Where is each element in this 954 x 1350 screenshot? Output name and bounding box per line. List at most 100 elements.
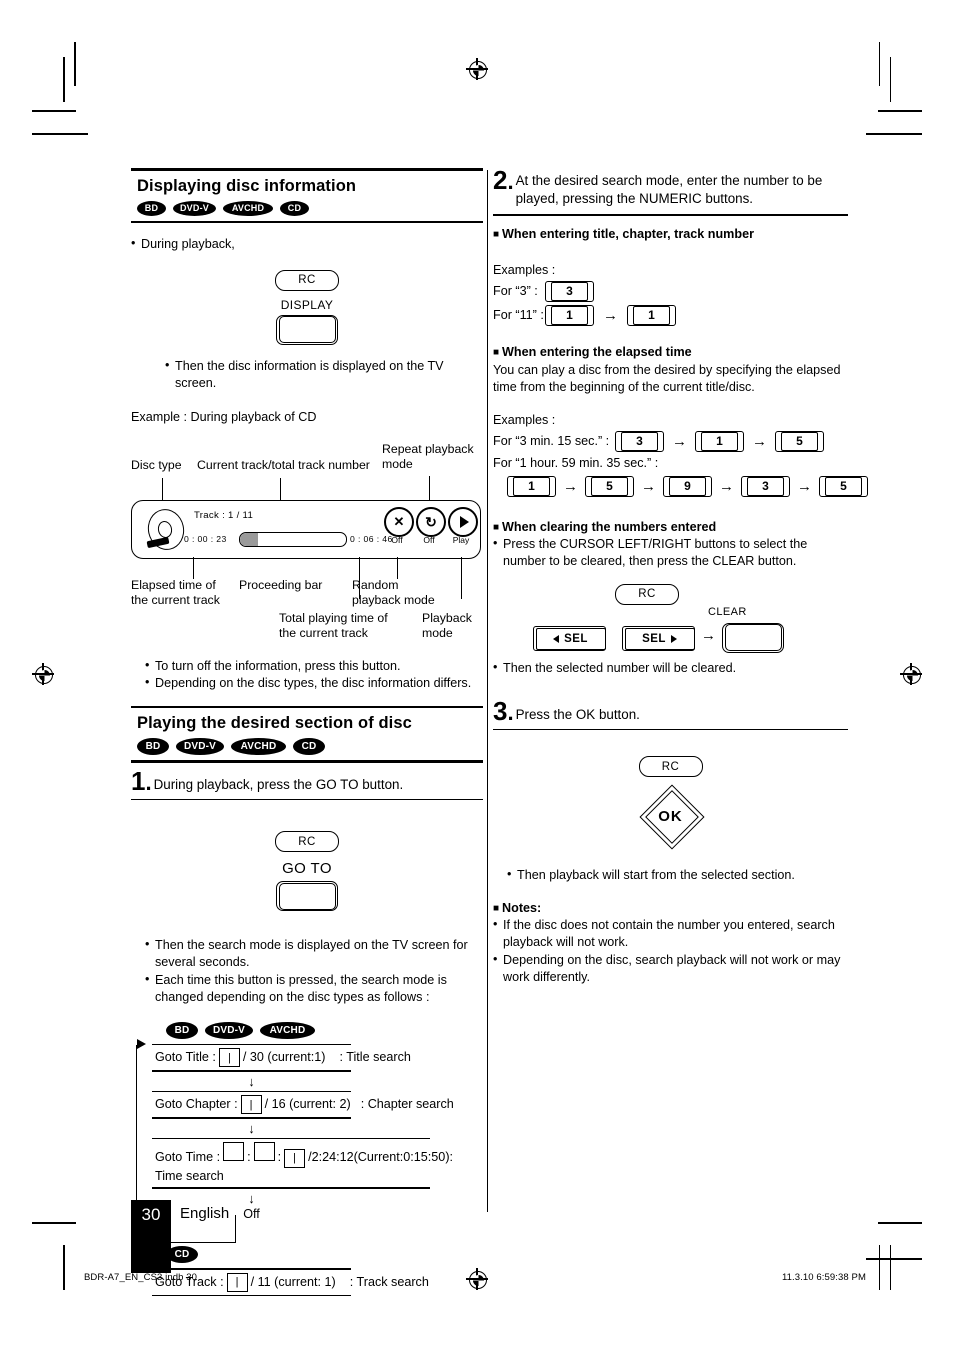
arrow-icon: → bbox=[563, 477, 578, 495]
flow-rule bbox=[152, 1187, 430, 1189]
arrow-icon: → bbox=[672, 432, 687, 450]
leader-line bbox=[429, 476, 431, 501]
section-rule bbox=[131, 705, 483, 709]
examples-label-2: Examples : bbox=[493, 413, 556, 428]
callout-proceeding-bar: Proceeding bar bbox=[239, 578, 323, 593]
ok-button-label: OK bbox=[658, 807, 683, 825]
display-button-label: DISPLAY bbox=[280, 297, 334, 312]
registration-mark-right bbox=[900, 663, 922, 685]
ok-button[interactable]: OK bbox=[638, 784, 705, 850]
page-number: 30 bbox=[141, 1205, 161, 1224]
arrow-right-icon bbox=[670, 635, 677, 644]
note-disc-types: Depending on the disc types, the disc in… bbox=[145, 674, 483, 692]
section-title-displaying-disc-information: Displaying disc information bbox=[137, 176, 357, 195]
section-rule bbox=[131, 168, 483, 171]
arrow-icon: → bbox=[719, 477, 734, 495]
numeric-key-3[interactable]: 3 bbox=[545, 280, 594, 302]
note-item-2: Depending on the disc, search playback w… bbox=[493, 951, 848, 986]
example-for-3-label: For “3” : bbox=[493, 283, 538, 298]
crop-mark bbox=[866, 1258, 922, 1260]
flow-time-colon-2: : bbox=[277, 1150, 282, 1165]
callout-random-mode: Random playback mode bbox=[352, 578, 435, 608]
crop-mark bbox=[63, 1245, 65, 1290]
numeric-key-5[interactable]: 5 bbox=[585, 475, 634, 497]
numeric-key-5[interactable]: 5 bbox=[775, 430, 824, 452]
flow-time-sec-input[interactable]: | bbox=[284, 1148, 306, 1168]
callout-repeat-mode: Repeat playback mode bbox=[382, 442, 474, 472]
leader-line bbox=[280, 478, 282, 501]
callout-elapsed-time: Elapsed time of the current track bbox=[131, 578, 220, 608]
display-button[interactable] bbox=[276, 314, 338, 345]
crop-mark bbox=[32, 1222, 76, 1224]
numeric-key-9[interactable]: 9 bbox=[663, 475, 712, 497]
playback-state: Play bbox=[452, 535, 470, 546]
flow-row-track: Goto Track : | / 11 (current: 1) : Track… bbox=[152, 1270, 483, 1295]
panel-track-number: Track : 1 / 11 bbox=[194, 510, 254, 522]
sel-right-button[interactable]: SEL bbox=[622, 625, 695, 651]
clear-button-label: CLEAR bbox=[708, 605, 747, 618]
step-2-number: 2 bbox=[493, 167, 514, 193]
goto-button[interactable] bbox=[276, 881, 338, 912]
numeric-key-1[interactable]: 1 bbox=[695, 430, 744, 452]
flow-chapter-input[interactable]: | bbox=[240, 1095, 262, 1115]
flow-time-label: Goto Time : bbox=[155, 1150, 221, 1165]
flow-track-input[interactable]: | bbox=[226, 1272, 248, 1292]
badge-dvd-v: DVD-V bbox=[176, 738, 224, 756]
badge-dvd-v: DVD-V bbox=[205, 1021, 253, 1039]
play-icon bbox=[448, 507, 478, 538]
flow-title-tail: / 30 (current:1) bbox=[242, 1050, 326, 1065]
flow-arrow-down-icon: ↓ bbox=[248, 1120, 255, 1136]
numeric-key-5[interactable]: 5 bbox=[819, 475, 868, 497]
sel-left-label: SEL bbox=[564, 633, 588, 646]
numeric-key-1[interactable]: 1 bbox=[545, 304, 594, 326]
step-1: 1 During playback, press the GO TO butto… bbox=[131, 768, 483, 794]
registration-mark-top bbox=[466, 58, 488, 80]
registration-mark-left bbox=[32, 663, 54, 685]
heading-clearing-numbers: When clearing the numbers entered bbox=[493, 519, 848, 535]
step-2: 2 At the desired search mode, enter the … bbox=[493, 167, 848, 208]
notes-heading: Notes: bbox=[493, 900, 848, 916]
crop-mark bbox=[878, 1222, 922, 1224]
disc-icon bbox=[144, 505, 188, 554]
example-3min-label: For “3 min. 15 sec.” : bbox=[493, 434, 610, 449]
note-item-1: If the disc does not contain the number … bbox=[493, 916, 848, 951]
progress-bar[interactable] bbox=[239, 532, 347, 548]
crop-mark bbox=[32, 133, 88, 135]
sel-left-button[interactable]: SEL bbox=[533, 625, 606, 651]
random-icon: ✕ bbox=[384, 507, 414, 538]
arrow-icon: → bbox=[603, 306, 618, 324]
leader-line bbox=[162, 478, 164, 501]
crop-mark bbox=[32, 110, 76, 112]
numeric-key-1[interactable]: 1 bbox=[507, 475, 556, 497]
flow-arrow-down-icon: ↓ bbox=[248, 1190, 255, 1206]
manual-page: Displaying disc information BD DVD-V AVC… bbox=[0, 0, 954, 1350]
loop-back-arrow-icon bbox=[137, 1038, 146, 1049]
flow-chapter-tail: / 16 (current: 2) bbox=[264, 1097, 351, 1112]
step-rule bbox=[493, 214, 848, 216]
arrow-icon: → bbox=[797, 477, 812, 495]
clearing-instruction: Press the CURSOR LEFT/RIGHT buttons to s… bbox=[493, 535, 848, 570]
during-playback-text: During playback, bbox=[131, 235, 483, 253]
sel-right-label: SEL bbox=[642, 633, 666, 646]
step-2-text: At the desired search mode, enter the nu… bbox=[515, 173, 823, 207]
numeric-key-1[interactable]: 1 bbox=[627, 304, 676, 326]
left-column: Displaying disc information BD DVD-V AVC… bbox=[131, 168, 483, 1297]
crop-mark bbox=[889, 1245, 891, 1290]
heading-entering-elapsed-time: When entering the elapsed time bbox=[493, 344, 848, 360]
clear-button[interactable] bbox=[722, 622, 784, 653]
flow-title-label: Goto Title : bbox=[155, 1050, 216, 1065]
flow-time-colon-1: : bbox=[247, 1150, 251, 1165]
flow-time-min-input[interactable] bbox=[253, 1142, 275, 1162]
note-search-mode-changed: Each time this button is pressed, the se… bbox=[145, 971, 483, 1006]
flow-title-input[interactable]: | bbox=[218, 1048, 240, 1068]
rc-label-display: RC bbox=[275, 269, 339, 291]
crop-mark bbox=[63, 57, 65, 102]
flow-time-hour-input[interactable] bbox=[223, 1142, 245, 1162]
numeric-key-3[interactable]: 3 bbox=[615, 430, 664, 452]
note-search-mode-displayed: Then the search mode is displayed on the… bbox=[145, 936, 483, 971]
numeric-key-3[interactable]: 3 bbox=[741, 475, 790, 497]
leader-line bbox=[397, 557, 399, 580]
repeat-icon: ↻ bbox=[416, 507, 446, 538]
step-1-text: During playback, press the GO TO button. bbox=[153, 776, 404, 792]
badge-dvd-v: DVD-V bbox=[173, 200, 216, 216]
